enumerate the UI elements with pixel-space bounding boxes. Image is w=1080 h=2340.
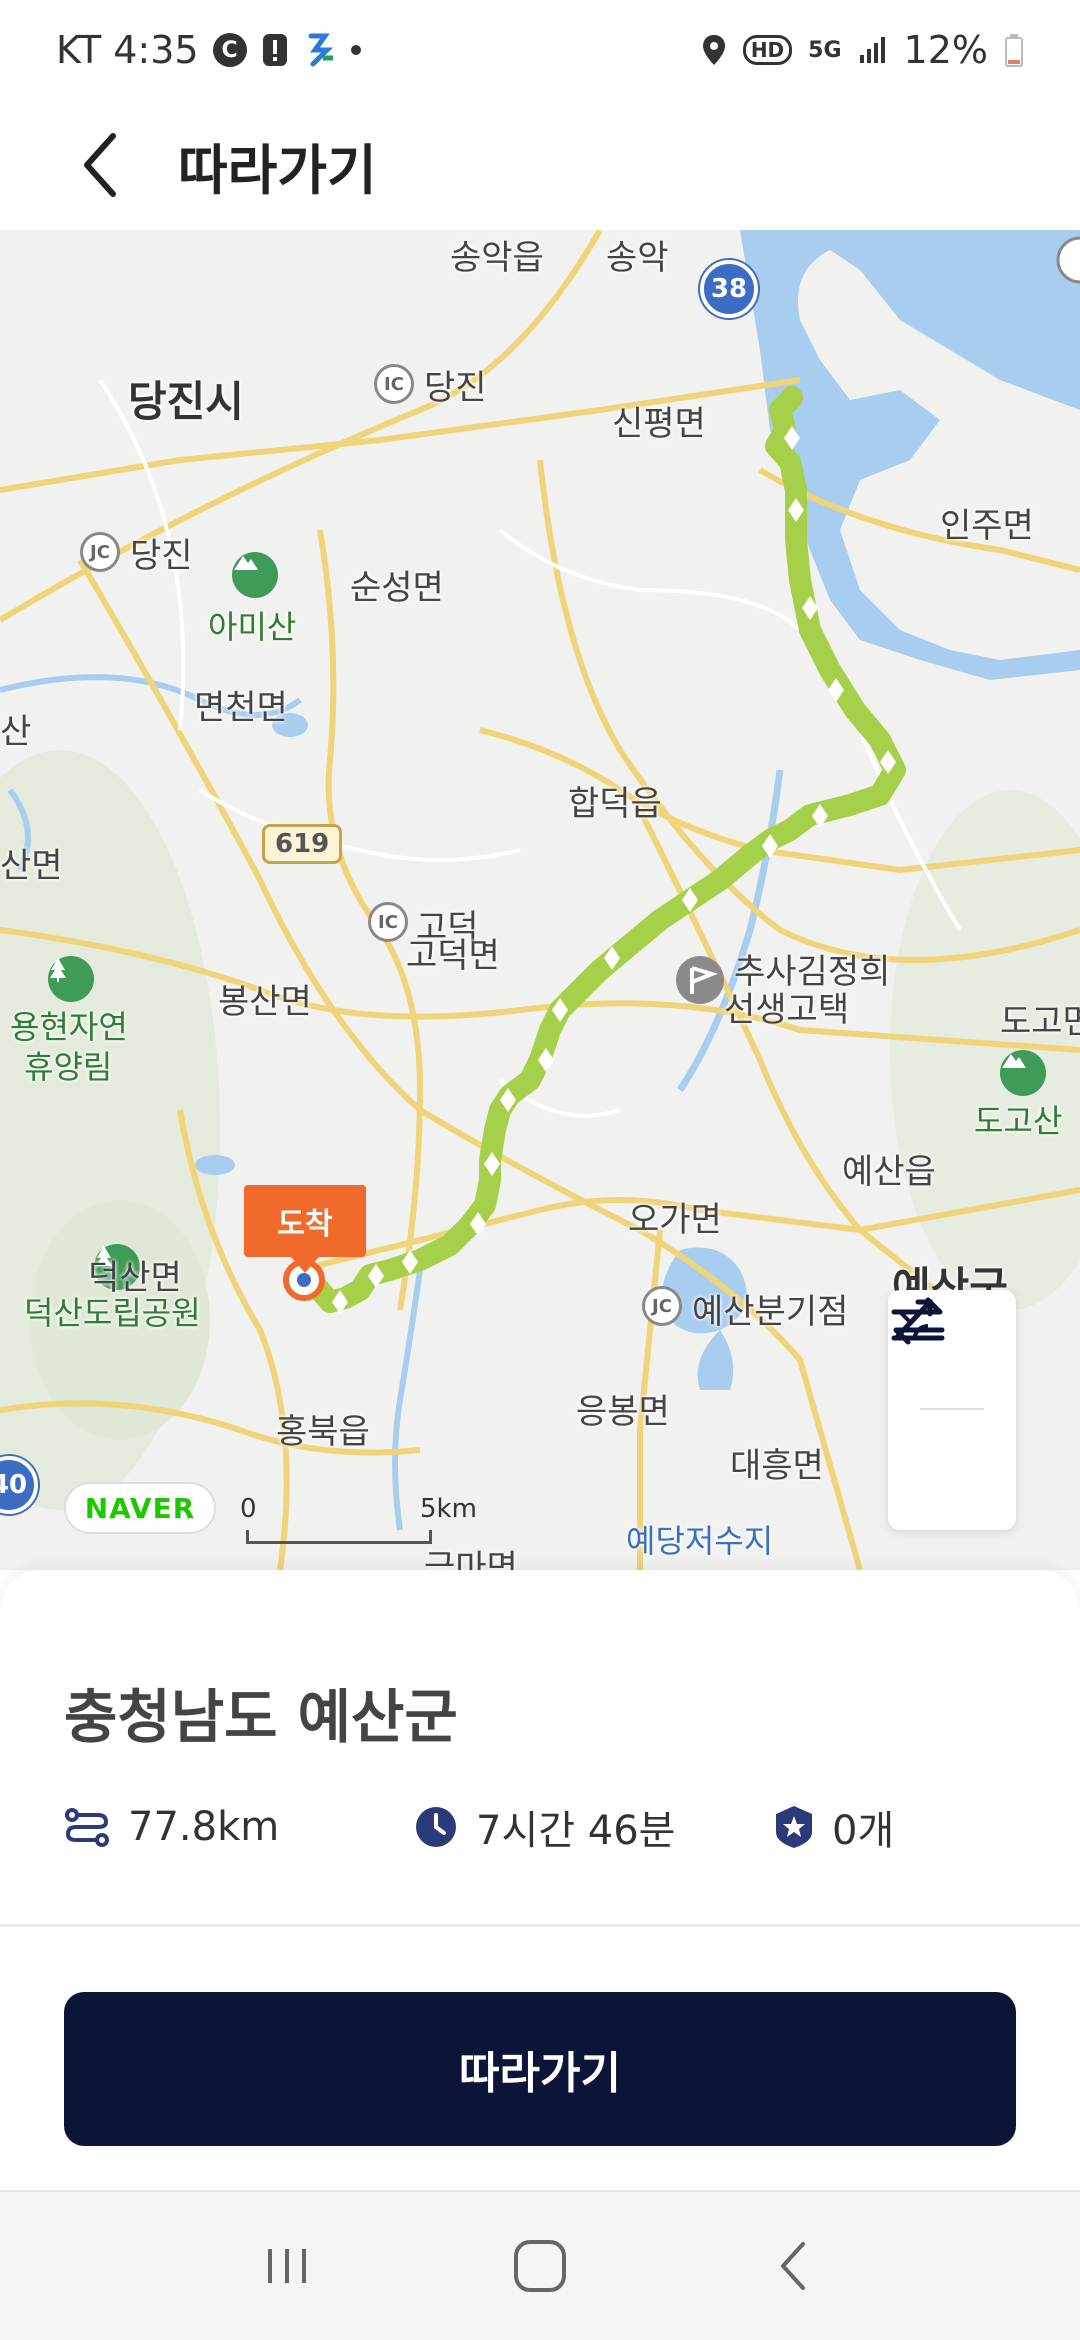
home-icon xyxy=(513,2240,566,2292)
back-icon xyxy=(781,2242,806,2290)
ic-badge-dangjin: IC xyxy=(374,364,414,404)
map-label-yesan-eup: 예산읍 xyxy=(842,1152,936,1192)
battery-icon xyxy=(1004,33,1024,67)
scale-start: 0 xyxy=(240,1494,257,1524)
map-label-godeokmyeon: 고덕면 xyxy=(406,936,500,976)
map-controls xyxy=(888,1290,1016,1530)
route-summary-sheet: 충청남도 예산군 77.8km 7시간 46분 0개 따라가기 xyxy=(0,1570,1080,2190)
clock-icon xyxy=(416,1807,456,1847)
back-button[interactable] xyxy=(50,115,150,215)
sheet-divider xyxy=(0,1924,1080,1927)
map-label-injumyeon: 인주면 xyxy=(940,506,1034,546)
recent-apps-icon xyxy=(267,2249,306,2283)
map-label-chusa-2: 선생고택 xyxy=(724,990,850,1030)
badge-stat: 0개 xyxy=(774,1798,894,1856)
map-label-san: 산 xyxy=(0,712,32,752)
app-notification-icon xyxy=(303,32,337,68)
signal-icon xyxy=(858,35,888,65)
map-label-dogo: 도고면 xyxy=(1000,1002,1080,1042)
alert-icon xyxy=(261,32,289,68)
route-line xyxy=(294,387,906,1313)
status-left: KT 4:35 C xyxy=(56,28,361,72)
jc-badge-yesan: JC xyxy=(642,1286,682,1326)
map-label-hongbuk: 홍북읍 xyxy=(276,1412,370,1452)
reverse-route-button[interactable] xyxy=(888,1297,1016,1528)
chevron-left-icon xyxy=(84,133,116,197)
map-label-dangjin-si: 당진시 xyxy=(128,377,244,426)
recent-apps-button[interactable] xyxy=(227,2216,347,2316)
map-label-deoksan-2: 덕산도립공원 xyxy=(24,1294,201,1332)
distance-value: 77.8km xyxy=(128,1804,280,1850)
map-label-yedang: 예당저수지 xyxy=(626,1522,774,1560)
location-icon xyxy=(701,33,727,67)
map-label-songak: 송악 xyxy=(606,238,669,278)
follow-button[interactable]: 따라가기 xyxy=(64,1992,1016,2146)
map-label-geumamyeon: 금마면 xyxy=(424,1548,518,1570)
ic-badge-godeok: IC xyxy=(368,902,408,942)
swap-direction-icon xyxy=(891,1297,945,1345)
jc-badge-dangjin: JC xyxy=(80,532,120,572)
mountain-icon xyxy=(48,956,94,1002)
map-label-daeheung: 대흥면 xyxy=(730,1446,824,1486)
map-label-myeoncheon: 면천면 xyxy=(194,688,288,728)
map-label-ogamyeon: 오가면 xyxy=(628,1200,722,1240)
scale-end: 5km xyxy=(420,1494,477,1524)
naver-logo: NAVER xyxy=(64,1482,216,1534)
highway-38-badge: 38 xyxy=(700,260,758,318)
app-header: 따라가기 xyxy=(0,100,1080,230)
map-label-yesan-jc: 예산분기점 xyxy=(692,1292,849,1332)
map-label-bongsan: 봉산면 xyxy=(218,982,312,1022)
carrier-time: KT 4:35 xyxy=(56,28,199,72)
home-button[interactable] xyxy=(480,2216,600,2316)
hd-voice-icon: HD xyxy=(742,35,793,65)
map-label-eungbong: 응봉면 xyxy=(576,1392,670,1432)
c-badge-icon: C xyxy=(212,33,247,67)
map-label-dangjin-jc: 당진 xyxy=(130,536,193,576)
star-badge-icon xyxy=(776,1806,812,1848)
region-title: 충청남도 예산군 xyxy=(64,1683,458,1751)
page-title: 따라가기 xyxy=(178,138,377,202)
map-label-hapdeok: 합덕읍 xyxy=(568,784,662,824)
map-label-yonghyeon-2: 휴양림 xyxy=(24,1048,113,1086)
map-label-sinpyeong: 신평면 xyxy=(612,404,706,444)
mountain-icon xyxy=(232,552,278,598)
badge-value: 0개 xyxy=(832,1808,895,1854)
arrive-tag: 도착 xyxy=(244,1185,366,1273)
road-619-badge: 619 xyxy=(262,824,343,864)
route-icon xyxy=(65,1808,109,1847)
map-label-dangjin-ic: 당진 xyxy=(424,368,487,408)
route-map[interactable]: 송악읍 송악 당진시 IC 당진 신평면 인주면 JC 당진 순성면 아미산 면… xyxy=(0,230,1080,1570)
scale-bar xyxy=(246,1530,432,1544)
more-notifications-dot-icon xyxy=(350,45,361,55)
status-bar: KT 4:35 C HD 5G 12% xyxy=(0,0,1080,100)
system-back-button[interactable] xyxy=(733,2216,853,2316)
map-label-amisan: 아미산 xyxy=(208,608,297,646)
status-right: HD 5G 12% xyxy=(701,28,1024,72)
duration-stat: 7시간 46분 xyxy=(414,1798,774,1856)
map-label-songak-eup: 송악읍 xyxy=(450,238,544,278)
map-label-dogosan: 도고산 xyxy=(974,1102,1063,1140)
5g-icon: 5G xyxy=(808,37,842,63)
mountain-icon xyxy=(1000,1050,1046,1096)
map-label-sanmyeon: 산면 xyxy=(0,846,63,886)
map-label-sunseong: 순성면 xyxy=(350,568,444,608)
battery-text: 12% xyxy=(903,28,988,72)
route-stats: 77.8km 7시간 46분 0개 xyxy=(64,1792,1024,1862)
duration-value: 7시간 46분 xyxy=(476,1808,676,1854)
system-nav-bar xyxy=(0,2190,1080,2340)
distance-stat: 77.8km xyxy=(64,1804,414,1850)
